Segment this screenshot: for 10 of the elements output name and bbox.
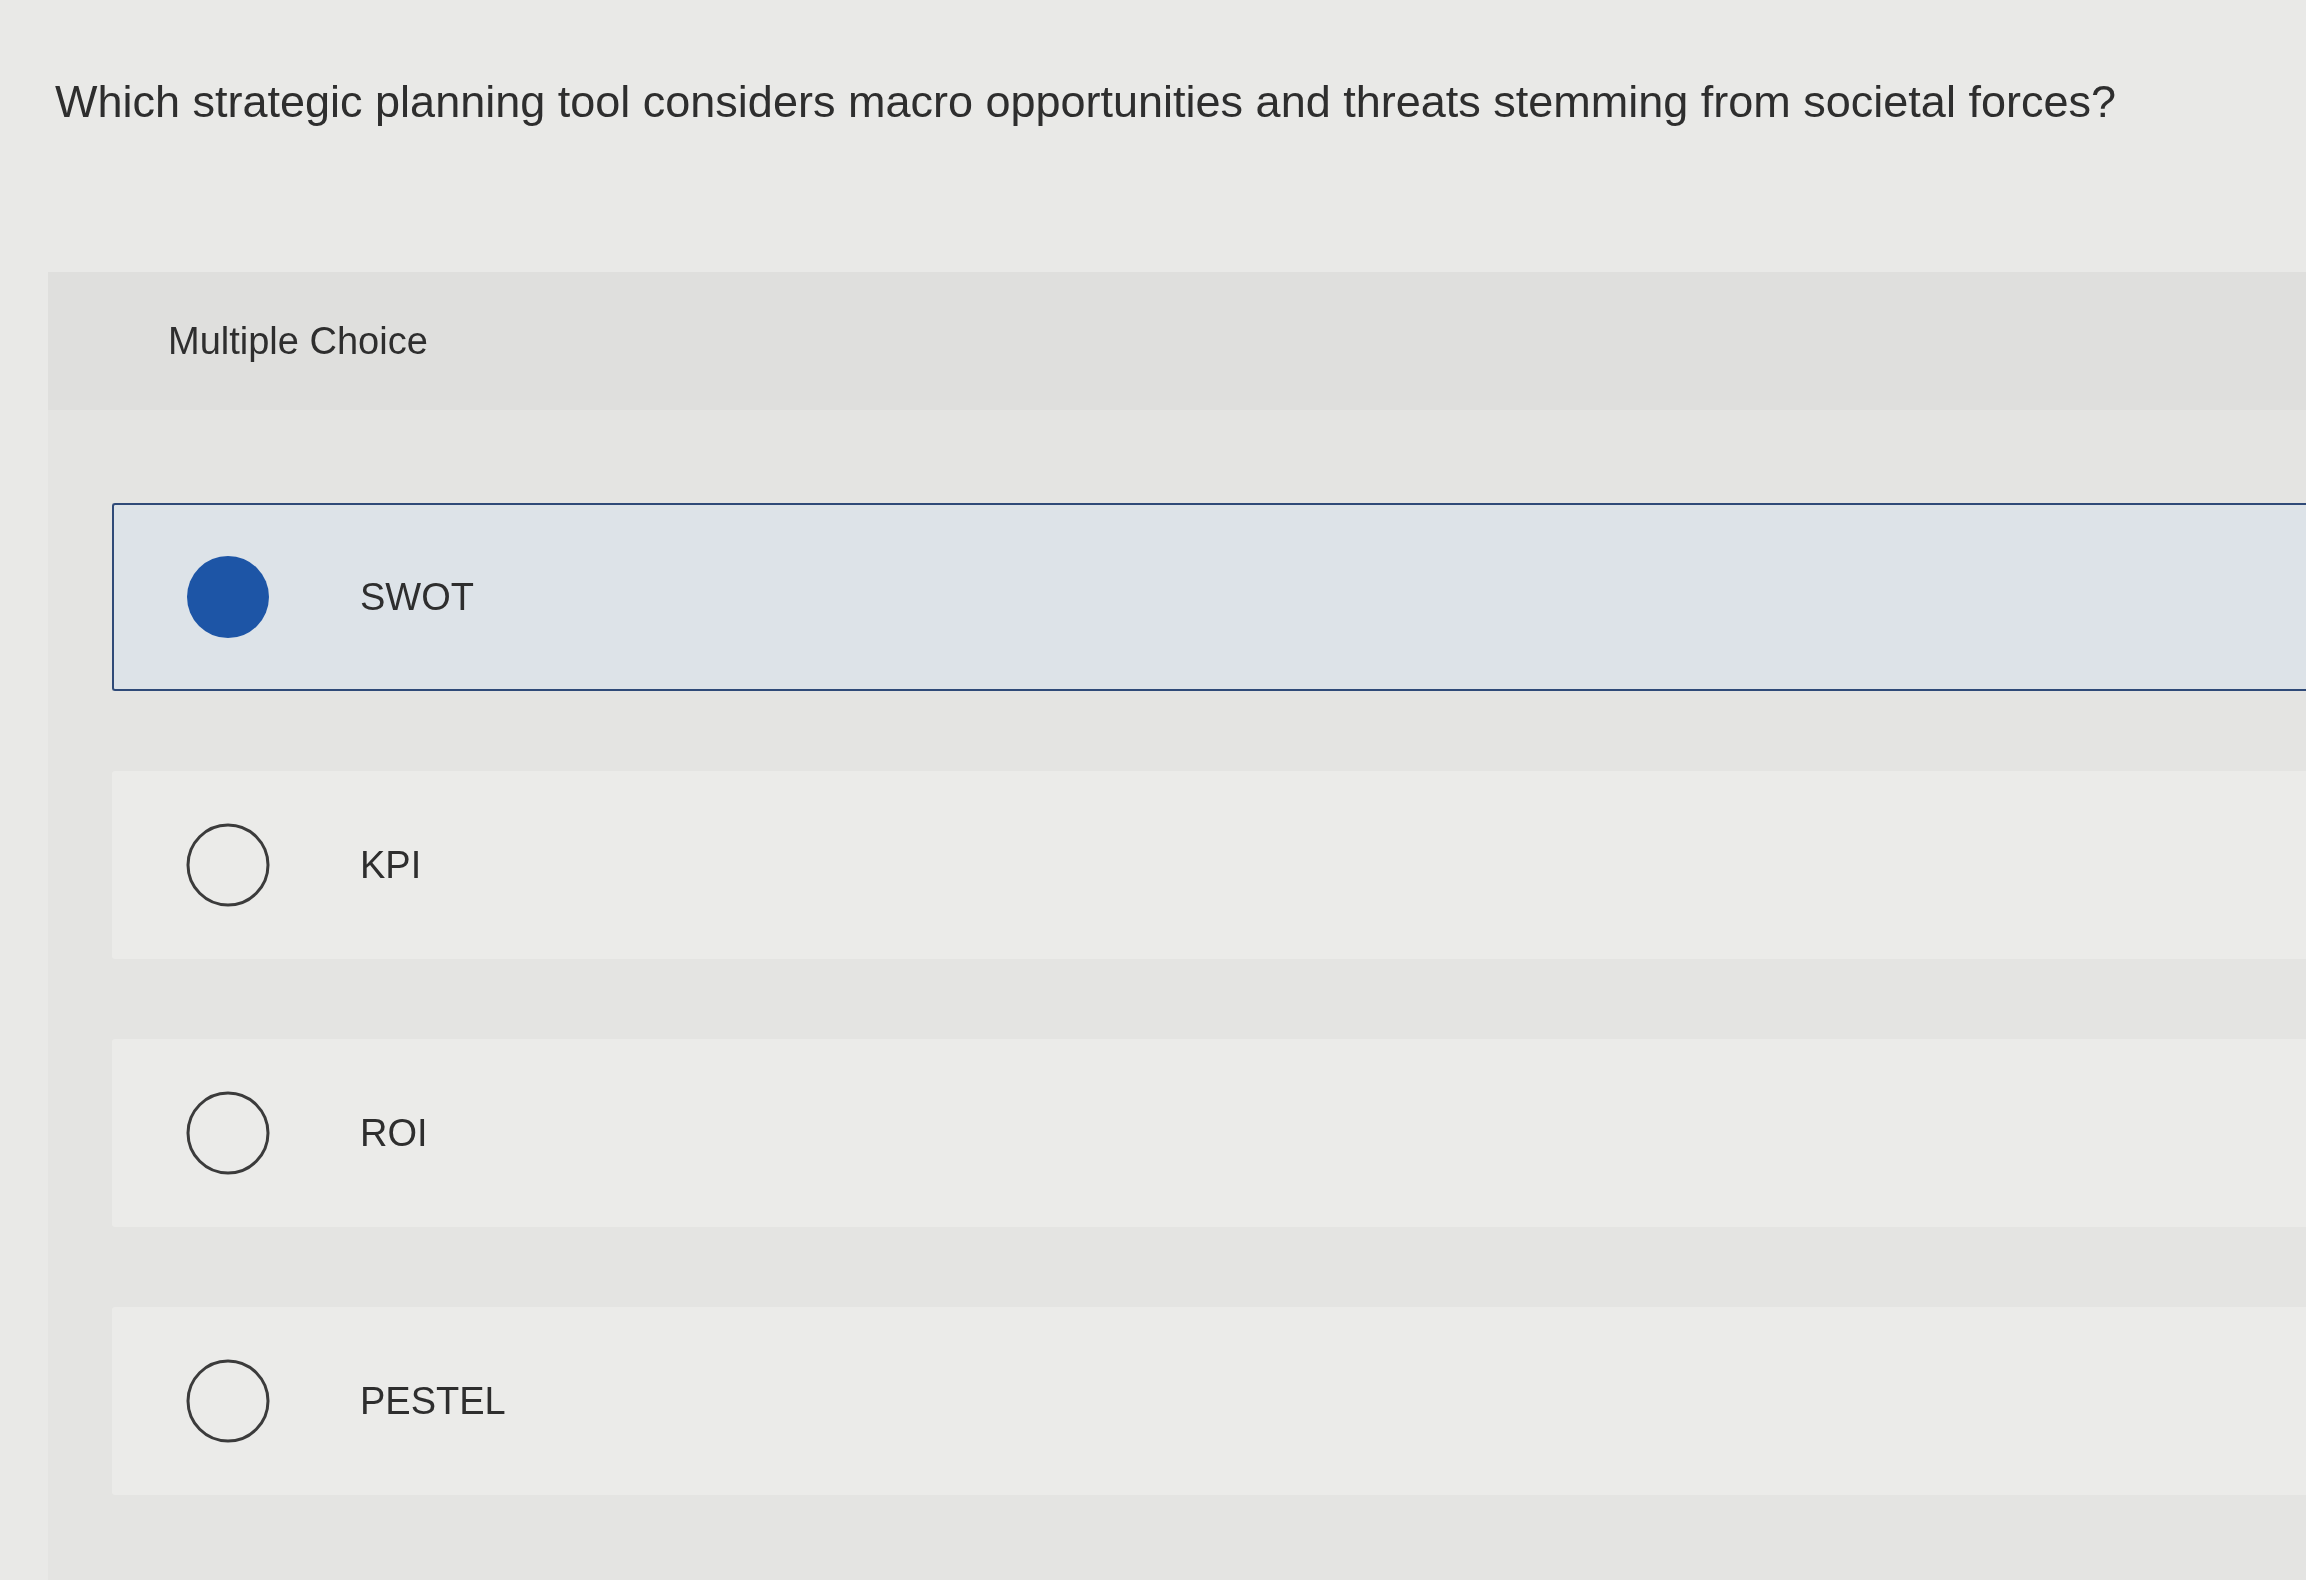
answer-option[interactable]: KPI <box>112 771 2306 959</box>
answer-option[interactable]: ROI <box>112 1039 2306 1227</box>
radio-button[interactable] <box>186 1359 270 1443</box>
question-text: Which strategic planning tool considers macro opportunities and threats stemming from societal forces? <box>55 76 2117 128</box>
question-type-label: Multiple Choice <box>168 319 428 363</box>
radio-button[interactable] <box>186 823 270 907</box>
radio-button[interactable] <box>186 555 270 639</box>
answer-option[interactable]: PESTEL <box>112 1307 2306 1495</box>
radio-button[interactable] <box>186 1091 270 1175</box>
answer-option[interactable]: SWOT <box>112 503 2306 691</box>
